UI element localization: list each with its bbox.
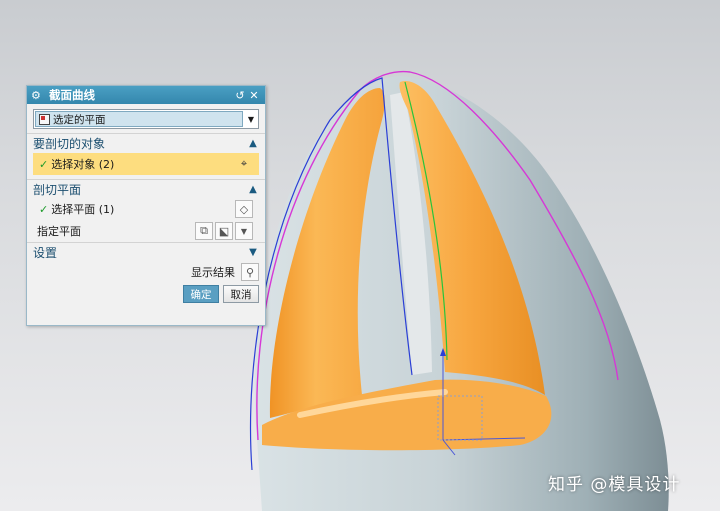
dialog-title-bar: ⚙ 截面曲线 ↺ ✕ [27,86,265,104]
plane-type-icon [39,113,50,125]
type-select-value-box[interactable]: 选定的平面 [35,111,243,127]
plane-inferred-icon[interactable]: ⬕ [215,222,233,240]
select-objects-label: 选择对象 (2) [51,158,115,171]
watermark: 知乎 @模具设计 [548,475,681,495]
section-plane-header[interactable]: 剖切平面 ▲ [27,179,265,198]
section-plane-title: 剖切平面 [33,182,82,197]
magnifier-icon[interactable]: ⚲ [241,263,259,281]
reset-icon[interactable]: ↺ [233,89,247,102]
show-result-label: 显示结果 [191,266,235,279]
specify-plane-row: 指定平面 ⧉ ⬕ ▼ [27,220,265,242]
settings-header[interactable]: 设置 ▼ [27,242,265,261]
select-objects-row[interactable]: ✓ 选择对象 (2) ⌖ [33,153,259,175]
type-select[interactable]: 选定的平面 ▼ [33,109,259,129]
close-icon[interactable]: ✕ [247,89,261,102]
dialog-buttons: 确定 取消 [27,283,265,303]
specify-plane-label: 指定平面 [37,225,81,238]
type-select-value: 选定的平面 [53,113,106,126]
section-curve-dialog: ⚙ 截面曲线 ↺ ✕ 选定的平面 ▼ 要剖切的对象 ▲ ✓ 选择对象 (2) ⌖… [26,85,266,326]
plane-icon[interactable]: ◇ [235,200,253,218]
gear-icon[interactable]: ⚙ [31,89,43,102]
cancel-button[interactable]: 取消 [223,285,259,303]
show-result-row: 显示结果 ⚲ [27,261,265,283]
chevron-down-icon[interactable]: ▼ [247,247,259,258]
select-plane-row[interactable]: ✓ 选择平面 (1) ◇ [33,198,259,220]
chevron-up-icon[interactable]: ▲ [247,184,259,195]
dialog-title: 截面曲线 [49,88,95,102]
check-icon: ✓ [39,157,49,171]
section-objects-title: 要剖切的对象 [33,136,106,151]
settings-title: 设置 [33,245,58,260]
select-plane-label: 选择平面 (1) [51,203,115,216]
ok-button[interactable]: 确定 [183,285,219,303]
chevron-down-icon[interactable]: ▼ [235,222,253,240]
chevron-up-icon[interactable]: ▲ [247,138,259,149]
section-objects-header[interactable]: 要剖切的对象 ▲ [27,133,265,152]
chevron-down-icon[interactable]: ▼ [244,115,258,124]
check-icon: ✓ [39,202,49,216]
crosshair-icon[interactable]: ⌖ [235,155,253,173]
plane-dialog-icon[interactable]: ⧉ [195,222,213,240]
